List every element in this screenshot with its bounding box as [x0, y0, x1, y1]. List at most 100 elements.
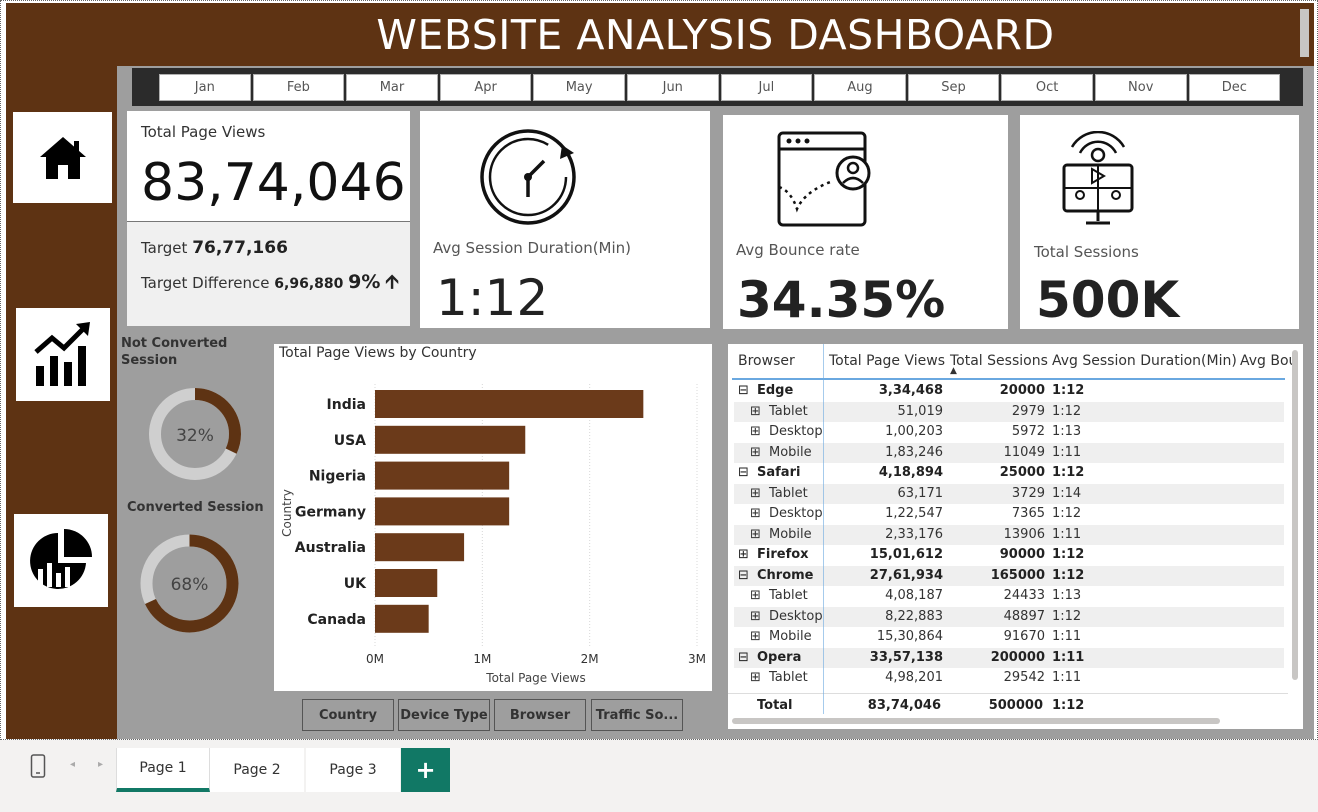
page-tab-3[interactable]: Page 3 — [306, 748, 400, 792]
page-tab-2[interactable]: Page 2 — [210, 748, 304, 792]
row-label: Firefox — [757, 547, 809, 562]
expand-toggle-icon[interactable]: ⊟ — [738, 568, 749, 583]
row-page-views: 4,98,201 — [885, 670, 943, 685]
page-tab-1[interactable]: Page 1 — [116, 748, 210, 792]
month-jul[interactable]: Jul — [720, 73, 813, 101]
row-duration: 1:11 — [1052, 649, 1085, 665]
column-header[interactable]: Browser — [738, 353, 795, 369]
home-nav-button[interactable] — [13, 112, 112, 203]
month-feb[interactable]: Feb — [252, 73, 345, 101]
table-horizontal-scrollbar[interactable] — [732, 718, 1220, 724]
row-sessions: 90000 — [999, 547, 1045, 562]
bar-india[interactable] — [375, 390, 644, 418]
target-value: 76,77,166 — [192, 238, 288, 258]
bar-australia[interactable] — [375, 533, 465, 562]
row-label: Desktop — [769, 424, 823, 439]
column-header[interactable]: Total Page Views — [829, 353, 945, 369]
row-duration: 1:12 — [1052, 403, 1082, 419]
month-sep[interactable]: Sep — [907, 73, 1000, 101]
row-sessions: 24433 — [1003, 588, 1045, 603]
browser-row[interactable]: ⊟ Chrome 27,61,934 165000 1:12 — [734, 565, 1284, 586]
bounce-rate-value: 34.35% — [737, 271, 946, 329]
next-page-icon[interactable]: ▸ — [98, 759, 103, 770]
mobile-layout-icon[interactable] — [30, 754, 46, 778]
month-jun[interactable]: Jun — [626, 73, 719, 101]
month-mar[interactable]: Mar — [346, 73, 438, 101]
expand-toggle-icon[interactable]: ⊟ — [738, 465, 749, 480]
expand-toggle-icon[interactable]: ⊟ — [738, 650, 749, 665]
month-nov[interactable]: Nov — [1094, 73, 1187, 101]
row-sessions: 7365 — [1011, 506, 1045, 521]
device-row[interactable]: ⊞ Mobile 1,83,246 11049 1:11 — [734, 442, 1284, 463]
row-page-views: 51,019 — [897, 403, 944, 419]
month-apr[interactable]: Apr — [439, 73, 532, 101]
device-row[interactable]: ⊞ Desktop 8,22,883 48897 1:12 — [734, 606, 1284, 627]
total-sessions-value: 500K — [1036, 271, 1180, 329]
row-page-views: 1,00,203 — [885, 424, 943, 439]
device-row[interactable]: ⊞ Mobile 15,30,864 91670 1:11 — [734, 627, 1284, 648]
column-header[interactable]: Avg Bou — [1240, 353, 1297, 369]
row-label: Mobile — [769, 526, 812, 542]
not-converted-value: 32% — [176, 426, 214, 446]
column-header[interactable]: Avg Session Duration(Min) — [1052, 353, 1237, 369]
row-duration: 1:13 — [1052, 424, 1082, 439]
table-header: Browser Total Page Views Total Sessions Avg… — [728, 344, 1303, 378]
expand-toggle-icon[interactable]: ⊞ — [750, 629, 761, 644]
row-sessions: 13906 — [1003, 526, 1045, 542]
analytics-nav-button[interactable] — [16, 308, 110, 401]
pie-bar-chart-icon — [30, 528, 92, 589]
expand-toggle-icon[interactable]: ⊞ — [750, 486, 761, 501]
expand-toggle-icon[interactable]: ⊞ — [750, 404, 761, 419]
device-row[interactable]: ⊞ Tablet 51,019 2979 1:12 — [734, 401, 1284, 422]
device-row[interactable]: ⊞ Tablet 4,98,201 29542 1:11 — [734, 668, 1284, 689]
category-label: Germany — [295, 504, 366, 520]
column-header[interactable]: Total Sessions — [950, 353, 1048, 369]
bar-chart-svg: Country Total Page Views 0M 1M 2M 3M India US… — [280, 384, 706, 685]
filter-device-type[interactable]: Device Type — [398, 699, 490, 731]
expand-toggle-icon[interactable]: ⊞ — [750, 609, 761, 624]
row-label: Mobile — [769, 629, 812, 644]
target-difference-value: 6,96,880 — [274, 276, 344, 292]
expand-toggle-icon[interactable]: ⊞ — [750, 588, 761, 603]
summary-nav-button[interactable] — [14, 514, 108, 607]
browser-row[interactable]: ⊟ Edge 3,34,468 20000 1:12 — [734, 381, 1284, 402]
row-label: Tablet — [769, 670, 808, 685]
bar-canada[interactable] — [375, 604, 429, 633]
filter-browser[interactable]: Browser — [494, 699, 586, 731]
month-oct[interactable]: Oct — [1001, 73, 1093, 101]
row-page-views: 8,22,883 — [885, 608, 943, 624]
bar-nigeria[interactable] — [375, 461, 510, 490]
filter-traffic-so[interactable]: Traffic So... — [591, 699, 683, 731]
row-label: Tablet — [769, 403, 808, 419]
expand-toggle-icon[interactable]: ⊞ — [750, 670, 761, 685]
month-dec[interactable]: Dec — [1188, 73, 1281, 101]
bar-germany[interactable] — [375, 497, 510, 526]
table-vertical-scrollbar[interactable] — [1292, 350, 1298, 680]
browser-row[interactable]: ⊟ Opera 33,57,138 200000 1:11 — [734, 647, 1284, 668]
month-jan[interactable]: Jan — [159, 73, 251, 101]
row-duration: 1:11 — [1052, 670, 1082, 685]
month-aug[interactable]: Aug — [814, 73, 906, 101]
filter-country[interactable]: Country — [302, 699, 394, 731]
vertical-scrollbar[interactable] — [1300, 9, 1309, 57]
bar-uk[interactable] — [375, 569, 438, 597]
expand-toggle-icon[interactable]: ⊞ — [750, 445, 761, 460]
expand-toggle-icon[interactable]: ⊟ — [738, 383, 749, 398]
category-label: USA — [334, 433, 366, 449]
expand-toggle-icon[interactable]: ⊞ — [750, 424, 761, 439]
device-row[interactable]: ⊞ Tablet 63,171 3729 1:14 — [734, 483, 1284, 504]
bar-usa[interactable] — [375, 425, 526, 454]
expand-toggle-icon[interactable]: ⊞ — [750, 506, 761, 521]
device-row[interactable]: ⊞ Tablet 4,08,187 24433 1:13 — [734, 586, 1284, 607]
add-page-button[interactable]: + — [401, 748, 450, 792]
prev-page-icon[interactable]: ◂ — [70, 759, 75, 770]
expand-toggle-icon[interactable]: ⊞ — [750, 527, 761, 542]
expand-toggle-icon[interactable]: ⊞ — [738, 547, 749, 562]
device-row[interactable]: ⊞ Desktop 1,22,547 7365 1:12 — [734, 504, 1284, 525]
browser-row[interactable]: ⊞ Firefox 15,01,612 90000 1:12 — [734, 545, 1284, 566]
device-row[interactable]: ⊞ Desktop 1,00,203 5972 1:13 — [734, 422, 1284, 443]
target-difference-label: Target Difference — [141, 274, 270, 292]
device-row[interactable]: ⊞ Mobile 2,33,176 13906 1:11 — [734, 524, 1284, 545]
browser-row[interactable]: ⊟ Safari 4,18,894 25000 1:12 — [734, 463, 1284, 484]
month-may[interactable]: May — [533, 73, 625, 101]
